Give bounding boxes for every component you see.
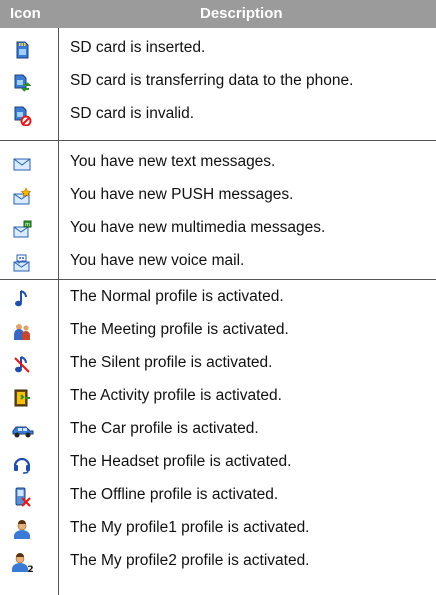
group-divider — [0, 279, 436, 280]
row-description: The Car profile is activated. — [70, 420, 259, 437]
svg-text:2: 2 — [27, 565, 33, 573]
row-description: The My profile1 profile is activated. — [70, 519, 310, 536]
table-row: SD card is invalid. — [0, 99, 436, 131]
table-row: SD card is inserted. — [0, 33, 436, 65]
description-column-header: Description — [200, 5, 283, 22]
sd-card-inserted-icon — [12, 40, 32, 60]
text-message-icon — [12, 154, 32, 174]
voice-mail-icon — [12, 253, 32, 273]
table-row: You have new voice mail. — [0, 246, 436, 278]
icon-column-header: Icon — [10, 5, 41, 22]
sd-card-invalid-icon — [12, 106, 32, 126]
row-description: The Headset profile is activated. — [70, 453, 292, 470]
silent-profile-icon — [12, 355, 32, 375]
normal-profile-icon — [12, 289, 32, 309]
svg-text:m: m — [25, 222, 30, 228]
table-row: You have new text messages. — [0, 147, 436, 179]
table-row: SD card is transferring data to the phon… — [0, 66, 436, 98]
row-description: You have new voice mail. — [70, 252, 245, 269]
row-description: SD card is inserted. — [70, 39, 206, 56]
row-description: SD card is invalid. — [70, 105, 195, 122]
headset-profile-icon — [12, 454, 32, 474]
row-description: The Offline profile is activated. — [70, 486, 279, 503]
row-description: The Silent profile is activated. — [70, 354, 273, 371]
meeting-profile-icon — [12, 322, 32, 342]
table-row: The My profile1 profile is activated. — [0, 513, 436, 545]
my-profile2-icon: 2 — [12, 553, 34, 573]
table-header: Icon Description — [0, 0, 436, 28]
offline-profile-icon — [12, 487, 32, 507]
multimedia-message-icon: m — [12, 220, 32, 240]
table-row: The Headset profile is activated. — [0, 447, 436, 479]
table-row: The Meeting profile is activated. — [0, 315, 436, 347]
group-divider — [0, 140, 436, 141]
row-description: You have new multimedia messages. — [70, 219, 326, 236]
table-row: The Car profile is activated. — [0, 414, 436, 446]
row-description: You have new PUSH messages. — [70, 186, 294, 203]
activity-profile-icon — [12, 388, 32, 408]
table-row: The Silent profile is activated. — [0, 348, 436, 380]
my-profile1-icon — [12, 520, 32, 540]
row-description: SD card is transferring data to the phon… — [70, 72, 354, 89]
table-row: 2 The My profile2 profile is activated. — [0, 546, 436, 578]
table-row: m You have new multimedia messages. — [0, 213, 436, 245]
row-description: You have new text messages. — [70, 153, 276, 170]
table-row: The Offline profile is activated. — [0, 480, 436, 512]
row-description: The Meeting profile is activated. — [70, 321, 289, 338]
car-profile-icon — [12, 421, 34, 441]
sd-card-transfer-icon — [12, 73, 32, 93]
table-row: You have new PUSH messages. — [0, 180, 436, 212]
push-message-icon — [12, 187, 32, 207]
table-row: The Normal profile is activated. — [0, 282, 436, 314]
row-description: The Activity profile is activated. — [70, 387, 282, 404]
row-description: The Normal profile is activated. — [70, 288, 284, 305]
table-row: The Activity profile is activated. — [0, 381, 436, 413]
row-description: The My profile2 profile is activated. — [70, 552, 310, 569]
